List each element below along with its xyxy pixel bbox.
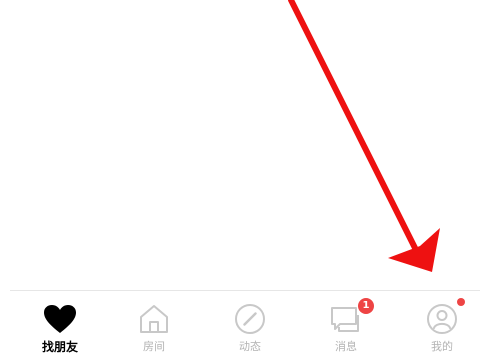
notification-dot: [457, 298, 465, 306]
unread-badge: 1: [358, 298, 374, 314]
house-icon: [136, 303, 172, 335]
compass-icon: [232, 303, 268, 335]
tab-label: 房间: [143, 340, 165, 353]
tab-me[interactable]: 我的: [407, 291, 477, 358]
tab-find-friends[interactable]: 找朋友: [25, 291, 95, 358]
tab-rooms[interactable]: 房间: [119, 291, 189, 358]
profile-icon: [424, 303, 460, 335]
tab-label: 我的: [431, 340, 453, 353]
content-area: [0, 0, 480, 290]
bottom-tab-bar: 找朋友 房间 动态 1 消息 我的: [10, 290, 480, 358]
tab-label: 找朋友: [41, 340, 78, 354]
tab-label: 消息: [335, 340, 357, 353]
heart-icon: [42, 303, 78, 335]
tab-moments[interactable]: 动态: [215, 291, 285, 358]
tab-label: 动态: [239, 340, 261, 353]
tab-messages[interactable]: 1 消息: [311, 291, 381, 358]
